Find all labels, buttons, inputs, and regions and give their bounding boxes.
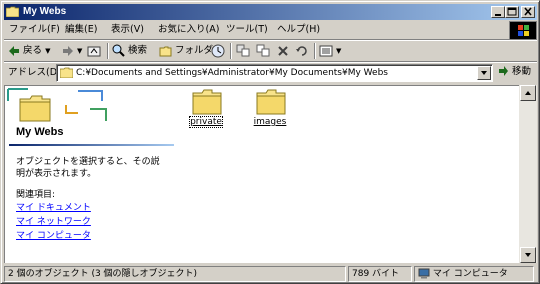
folders-label: フォルダ xyxy=(175,45,214,56)
forward-arrow-icon xyxy=(63,45,73,56)
folder-label-private: private xyxy=(189,116,223,128)
windows-flag-icon xyxy=(518,25,529,36)
maximize-icon xyxy=(507,7,517,16)
status-size: 789 バイト xyxy=(348,266,412,282)
menu-view[interactable]: 表示(V) xyxy=(108,23,147,37)
folder-icon xyxy=(6,6,19,17)
move-to-icon xyxy=(236,44,250,57)
folder-item-images[interactable]: images xyxy=(245,86,295,136)
minimize-button[interactable] xyxy=(491,6,505,18)
maximize-button[interactable] xyxy=(505,6,519,18)
menu-favorites[interactable]: お気に入り(A) xyxy=(155,23,222,37)
panel-title-underline xyxy=(9,144,174,146)
folder-banner-icon xyxy=(7,88,107,122)
search-label: 検索 xyxy=(128,45,148,56)
menu-bar: ファイル(F) 編集(E) 表示(V) お気に入り(A) ツール(T) ヘルプ(… xyxy=(4,21,507,39)
folder-label-images: images xyxy=(253,117,287,127)
delete-button[interactable] xyxy=(277,42,289,60)
menu-tools[interactable]: ツール(T) xyxy=(223,23,271,37)
menu-edit[interactable]: 編集(E) xyxy=(62,23,100,37)
back-dropdown-icon[interactable]: ▼ xyxy=(45,47,50,55)
address-label: アドレス(D) xyxy=(8,67,61,78)
undo-button[interactable] xyxy=(295,42,308,60)
status-location-label: マイ コンピュータ xyxy=(432,269,508,279)
forward-button[interactable]: ▼ xyxy=(62,42,82,60)
search-icon xyxy=(112,44,125,57)
folder-content: My Webs オブジェクトを選択すると、その説明が表示されます。 関連項目: … xyxy=(4,85,519,263)
move-to-button[interactable] xyxy=(236,42,250,60)
panel-description: オブジェクトを選択すると、その説明が表示されます。 xyxy=(16,157,160,179)
status-object-count: 2 個のオブジェクト (3 個の隠しオブジェクト) xyxy=(4,266,346,282)
vertical-scrollbar[interactable] xyxy=(519,85,537,263)
toolbar-separator xyxy=(314,43,316,59)
history-icon xyxy=(211,44,225,57)
undo-icon xyxy=(296,45,307,56)
link-my-network[interactable]: マイ ネットワーク xyxy=(16,216,91,228)
go-label: 移動 xyxy=(512,66,532,77)
views-dropdown-icon[interactable]: ▼ xyxy=(336,47,341,55)
scroll-down-button[interactable] xyxy=(520,247,536,263)
folder-icon xyxy=(256,89,286,115)
status-location: マイ コンピュータ xyxy=(414,266,534,282)
status-bar: 2 個のオブジェクト (3 個の隠しオブジェクト) 789 バイト マイ コンピ… xyxy=(4,265,537,282)
address-input[interactable]: C:¥Documents and Settings¥Administrator¥… xyxy=(56,64,493,82)
address-dropdown-button[interactable] xyxy=(477,66,491,80)
back-label: 戻る xyxy=(23,45,43,56)
toolbar: 戻る ▼ ▼ 検索 フォルダ ▼ xyxy=(4,41,537,61)
folders-button[interactable]: フォルダ xyxy=(159,42,213,60)
address-bar: アドレス(D) C:¥Documents and Settings¥Admini… xyxy=(4,63,537,83)
toolbar-separator xyxy=(230,43,232,59)
menu-file[interactable]: ファイル(F) xyxy=(6,23,63,37)
copy-to-button[interactable] xyxy=(256,42,270,60)
folder-item-private[interactable]: private xyxy=(181,86,231,136)
chevron-down-icon xyxy=(481,71,487,75)
link-my-computer[interactable]: マイ コンピュータ xyxy=(16,230,91,242)
forward-dropdown-icon[interactable]: ▼ xyxy=(77,47,82,55)
go-button[interactable]: 移動 xyxy=(498,65,536,81)
views-button[interactable]: ▼ xyxy=(319,42,341,60)
minimize-icon xyxy=(495,14,501,16)
views-icon xyxy=(319,45,333,56)
history-button[interactable] xyxy=(211,42,225,60)
folder-icon xyxy=(60,67,73,78)
up-folder-icon xyxy=(87,46,101,57)
title-bar[interactable]: My Webs xyxy=(4,4,537,20)
toolbar-separator xyxy=(107,43,109,59)
link-my-documents[interactable]: マイ ドキュメント xyxy=(16,202,91,214)
explorer-window: My Webs ファイル(F) 編集(E) 表示(V) お気に入り(A) ツール… xyxy=(0,0,540,284)
folder-icon xyxy=(192,89,222,115)
delete-icon xyxy=(278,45,288,56)
menu-help[interactable]: ヘルプ(H) xyxy=(274,23,323,37)
panel-title: My Webs xyxy=(16,126,64,138)
windows-logo xyxy=(509,21,537,41)
scroll-up-button[interactable] xyxy=(520,85,536,101)
back-arrow-icon xyxy=(9,45,19,56)
go-arrow-icon xyxy=(499,66,508,76)
related-label: 関連項目: xyxy=(16,190,56,200)
computer-icon xyxy=(418,268,430,279)
up-button[interactable] xyxy=(87,42,101,60)
close-icon xyxy=(524,7,532,16)
copy-to-icon xyxy=(256,44,270,57)
chevron-down-icon xyxy=(525,253,531,257)
address-value: C:¥Documents and Settings¥Administrator¥… xyxy=(76,68,388,78)
window-title: My Webs xyxy=(23,6,67,17)
close-button[interactable] xyxy=(521,6,535,18)
search-button[interactable]: 検索 xyxy=(112,42,147,60)
back-button[interactable]: 戻る ▼ xyxy=(8,42,50,60)
folders-icon xyxy=(159,46,172,56)
webview-panel: My Webs オブジェクトを選択すると、その説明が表示されます。 関連項目: … xyxy=(5,86,175,264)
chevron-up-icon xyxy=(525,91,531,95)
